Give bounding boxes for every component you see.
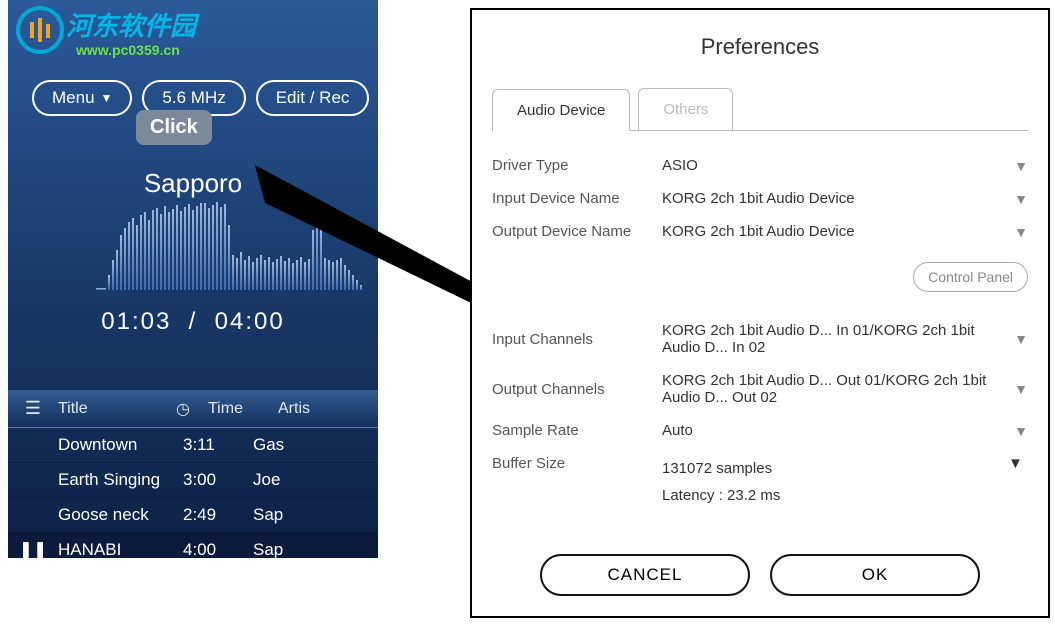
cancel-button[interactable]: CANCEL [540,554,750,596]
input-device-label: Input Device Name [492,190,662,207]
row-time: 2:49 [183,505,253,525]
driver-type-row[interactable]: Driver Type ASIO ▼ [492,149,1028,182]
tabs: Audio Device Others [492,88,1028,131]
input-channels-value: KORG 2ch 1bit Audio D... In 01/KORG 2ch … [662,322,1008,356]
blank [8,505,58,525]
output-device-value: KORG 2ch 1bit Audio Device [662,223,1008,240]
waveform-display [96,200,376,290]
menu-button[interactable]: Menu ▼ [32,80,132,116]
buffer-size-label: Buffer Size [492,455,662,509]
time-display: 01:03 / 04:00 [8,308,378,336]
preferences-dialog: Preferences Audio Device Others Driver T… [470,8,1050,618]
pause-icon: ❚❚ [8,540,58,558]
row-artist: Gas [253,435,378,455]
player-panel: 河东软件园 www.pc0359.cn Menu ▼ 5.6 MHz Edit … [8,0,378,558]
input-channels-row[interactable]: Input Channels KORG 2ch 1bit Audio D... … [492,314,1028,364]
elapsed-time: 01:03 [101,308,171,335]
playlist-header: ☰ Title ◷ Time Artis [8,390,378,428]
buffer-size-samples: 131072 samples [662,460,772,477]
prefs-body: Driver Type ASIO ▼ Input Device Name KOR… [492,131,1028,517]
site-logo-text: 河东软件园 [66,6,196,43]
row-title: HANABI [58,540,183,558]
row-artist: Sap [253,505,378,525]
edit-rec-label: Edit / Rec [276,88,350,108]
driver-type-value: ASIO [662,157,1008,174]
chevron-down-icon[interactable]: ▼ [1008,158,1028,174]
chevron-down-icon[interactable]: ▼ [1008,423,1028,439]
row-artist: Joe [253,470,378,490]
driver-type-label: Driver Type [492,157,662,174]
sample-rate-label: Sample Rate [492,422,662,439]
frequency-label: 5.6 MHz [162,88,225,108]
chevron-down-icon[interactable]: ▼ [1008,331,1028,347]
row-title: Downtown [58,435,183,455]
buffer-size-row[interactable]: Buffer Size 131072 samples Latency : 23.… [492,447,1028,517]
chevron-down-icon[interactable]: ▼ [1008,191,1028,207]
output-channels-label: Output Channels [492,381,662,398]
blank [8,470,58,490]
total-time: 04:00 [215,308,285,335]
site-logo-icon [16,6,64,54]
tab-others[interactable]: Others [638,88,733,130]
row-time: 3:00 [183,470,253,490]
row-title: Earth Singing [58,470,183,490]
time-separator: / [189,308,198,335]
control-panel-button[interactable]: Control Panel [913,262,1028,292]
sample-rate-value: Auto [662,422,1008,439]
site-url: www.pc0359.cn [76,42,180,58]
row-title: Goose neck [58,505,183,525]
output-device-label: Output Device Name [492,223,662,240]
tab-audio-device[interactable]: Audio Device [492,89,630,131]
output-channels-row[interactable]: Output Channels KORG 2ch 1bit Audio D...… [492,364,1028,414]
playlist-row[interactable]: Earth Singing3:00Joe [8,463,378,498]
clock-icon: ◷ [158,399,208,419]
output-device-row[interactable]: Output Device Name KORG 2ch 1bit Audio D… [492,215,1028,248]
hamburger-icon[interactable]: ☰ [8,398,58,419]
playlist-row[interactable]: Downtown3:11Gas [8,428,378,463]
dialog-title: Preferences [472,34,1048,60]
edit-rec-button[interactable]: Edit / Rec [256,80,370,116]
chevron-down-icon[interactable]: ▼ [1008,381,1028,397]
row-time: 3:11 [183,435,253,455]
output-channels-value: KORG 2ch 1bit Audio D... Out 01/KORG 2ch… [662,372,1008,406]
click-tooltip: Click [136,110,212,145]
menu-label: Menu [52,88,95,108]
row-artist: Sap [253,540,378,558]
buffer-size-latency: Latency : 23.2 ms [662,487,780,504]
dialog-buttons: CANCEL OK [472,554,1048,596]
chevron-down-icon[interactable]: ▼ [1008,224,1028,240]
sample-rate-row[interactable]: Sample Rate Auto ▼ [492,414,1028,447]
playlist-row[interactable]: Goose neck2:49Sap [8,498,378,533]
col-artist: Artis [278,400,378,418]
col-time: Time [208,400,278,418]
now-playing-title: Sapporo [8,168,378,199]
chevron-down-icon[interactable]: ▼ [1008,455,1028,509]
input-device-value: KORG 2ch 1bit Audio Device [662,190,1008,207]
input-channels-label: Input Channels [492,331,662,348]
blank [8,435,58,455]
col-title: Title [58,400,158,418]
ok-button[interactable]: OK [770,554,980,596]
row-time: 4:00 [183,540,253,558]
playlist: ☰ Title ◷ Time Artis Downtown3:11GasEart… [8,390,378,558]
playlist-row[interactable]: ❚❚HANABI4:00Sap [8,533,378,558]
chevron-down-icon: ▼ [101,91,113,105]
input-device-row[interactable]: Input Device Name KORG 2ch 1bit Audio De… [492,182,1028,215]
